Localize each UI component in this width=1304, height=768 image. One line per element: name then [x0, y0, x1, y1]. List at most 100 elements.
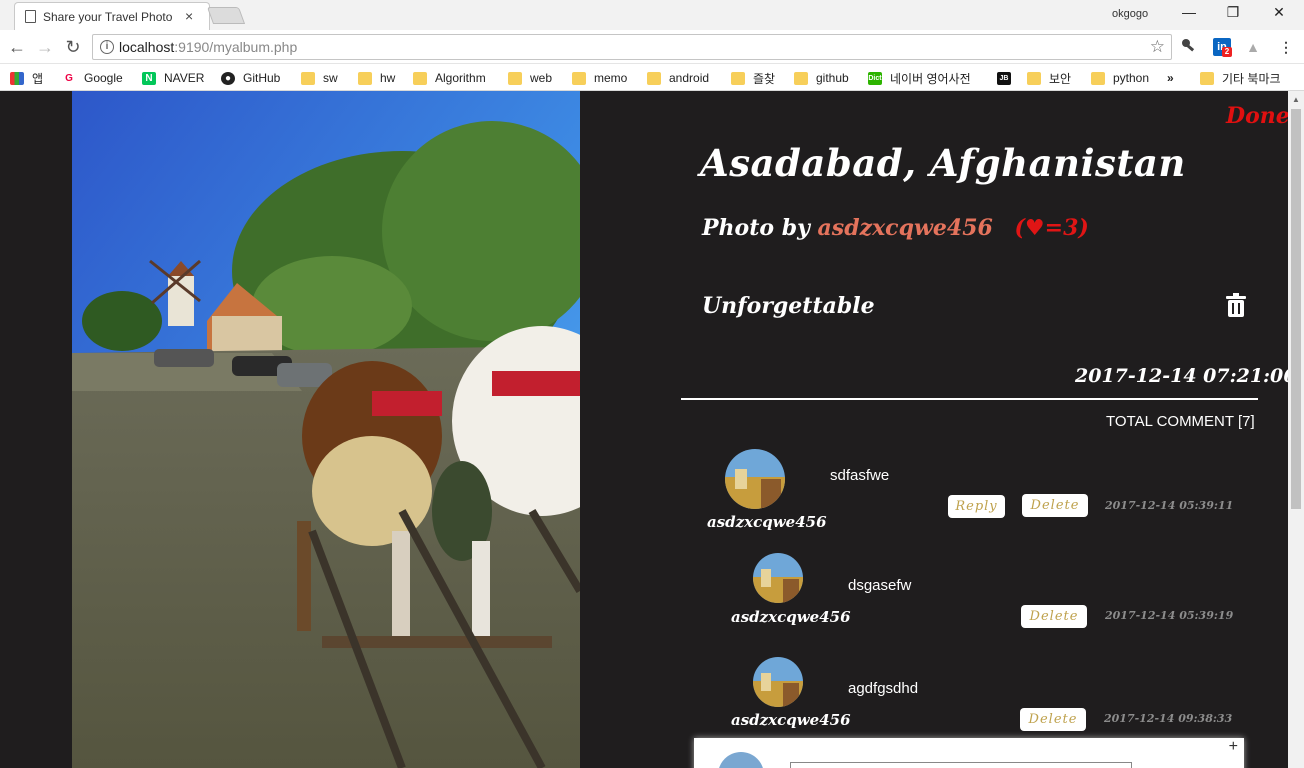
jetbrains-icon: JB — [997, 71, 1011, 85]
comment-text: agdfgsdhd — [848, 680, 919, 697]
avatar — [718, 752, 764, 768]
plus-icon[interactable]: + — [1229, 738, 1238, 756]
page-scrollbar[interactable]: ▲ — [1288, 91, 1304, 768]
avatar-image — [753, 553, 803, 603]
delete-button[interactable]: Delete — [1020, 708, 1086, 731]
photo-caption: Unforgettable — [702, 293, 875, 319]
bookmark-label: sw — [323, 71, 338, 85]
travel-photo — [72, 91, 580, 768]
folder-icon — [301, 71, 315, 85]
comment-time: 2017-12-14 05:39:11 — [1105, 499, 1234, 512]
bookmark-label: 앱 — [32, 71, 44, 86]
browser-tab[interactable]: Share your Travel Photo × — [14, 2, 210, 30]
folder-icon — [508, 71, 522, 85]
bookmark-label: Algorithm — [435, 71, 486, 85]
photo-byline: Photo by asdzxcqwe456 (♥=3) — [702, 215, 1089, 241]
author-link[interactable]: asdzxcqwe456 — [818, 215, 993, 241]
github-icon: ● — [221, 71, 235, 85]
drive-extension-icon[interactable]: ▲ — [1244, 38, 1262, 56]
bookmark-naver[interactable]: N NAVER — [142, 69, 204, 87]
comment-author[interactable]: asdzxcqwe456 — [731, 608, 851, 626]
naver-icon: N — [142, 71, 156, 85]
bookmark-folder-android[interactable]: android — [647, 69, 709, 87]
bookmark-folder-github[interactable]: github — [794, 69, 849, 87]
total-comment-count: TOTAL COMMENT [7] — [1106, 413, 1255, 430]
bookmark-label: 기타 북마크 — [1222, 71, 1281, 86]
location-title: Asadabad, Afghanistan — [700, 141, 1186, 185]
bookmark-github[interactable]: ● GitHub — [221, 69, 280, 87]
comment-input[interactable] — [790, 762, 1132, 768]
bookmark-naver-dictionary[interactable]: Dict 네이버 영어사전 — [868, 69, 971, 87]
folder-icon — [1027, 71, 1041, 85]
close-window-button[interactable]: ✕ — [1264, 4, 1294, 21]
avatar-image — [725, 449, 785, 509]
address-bar[interactable]: i localhost:9190/myalbum.php ☆ — [92, 34, 1172, 60]
dictionary-icon: Dict — [868, 71, 882, 85]
browser-menu-icon[interactable]: ⋮ — [1277, 38, 1295, 56]
bookmark-google[interactable]: G Google — [62, 69, 123, 87]
reply-button[interactable]: Reply — [948, 495, 1005, 518]
trash-icon[interactable] — [1226, 293, 1246, 317]
restore-button[interactable]: ❐ — [1218, 4, 1248, 21]
scroll-up-icon[interactable]: ▲ — [1292, 95, 1300, 104]
url-text[interactable]: localhost:9190/myalbum.php — [119, 39, 297, 55]
done-link[interactable]: Done — [1226, 103, 1288, 129]
google-icon: G — [62, 71, 76, 85]
bookmarks-overflow-icon[interactable]: » — [1167, 69, 1174, 87]
bookmark-label: 보안 — [1049, 71, 1072, 86]
bookmark-folder-memo[interactable]: memo — [572, 69, 627, 87]
browser-toolbar: ← → ↻ i localhost:9190/myalbum.php ☆ in2… — [0, 30, 1304, 64]
bookmark-label: android — [669, 71, 710, 85]
comment-author[interactable]: asdzxcqwe456 — [707, 513, 827, 531]
folder-icon — [731, 71, 745, 85]
avatar — [753, 657, 803, 707]
bookmark-folder-sw[interactable]: sw — [301, 69, 338, 87]
bookmark-label: hw — [380, 71, 396, 85]
scroll-thumb[interactable] — [1291, 109, 1301, 509]
comment-text: dsgasefw — [848, 577, 912, 594]
folder-icon — [413, 71, 427, 85]
bookmark-jb[interactable]: JB — [997, 69, 1019, 87]
folder-icon — [572, 71, 586, 85]
bookmark-folder-web[interactable]: web — [508, 69, 552, 87]
url-path: :9190/myalbum.php — [174, 39, 298, 55]
reload-icon[interactable]: ↻ — [62, 36, 84, 58]
linkedin-extension-icon[interactable]: in2 — [1213, 38, 1232, 57]
back-icon[interactable]: ← — [6, 36, 28, 58]
comment-author[interactable]: asdzxcqwe456 — [731, 711, 851, 729]
new-tab-button[interactable] — [206, 7, 246, 24]
bookmark-star-icon[interactable]: ☆ — [1150, 37, 1165, 57]
bookmark-apps[interactable]: 앱 — [10, 69, 43, 87]
key-extension-icon[interactable] — [1180, 38, 1198, 56]
bookmark-folder-hw[interactable]: hw — [358, 69, 395, 87]
profile-name[interactable]: okgogo — [1112, 8, 1148, 20]
key-icon — [1182, 39, 1195, 52]
like-count[interactable]: (♥=3) — [1015, 215, 1089, 241]
bookmark-label: github — [816, 71, 849, 85]
folder-icon — [358, 71, 372, 85]
bookmark-label: NAVER — [164, 71, 205, 85]
folder-icon — [647, 71, 661, 85]
bookmark-folder-security[interactable]: 보안 — [1027, 69, 1071, 87]
tab-close-icon[interactable]: × — [185, 8, 193, 24]
apps-grid-icon — [10, 71, 24, 85]
bookmark-label: GitHub — [243, 71, 281, 85]
bookmark-folder-algorithm[interactable]: Algorithm — [413, 69, 486, 87]
comment-entry-panel: + — [694, 738, 1244, 768]
comment-text: sdfasfwe — [830, 467, 890, 484]
bookmark-folder-favorites[interactable]: 즐찾 — [731, 69, 775, 87]
avatar — [725, 449, 785, 509]
forward-icon[interactable]: → — [34, 36, 56, 58]
bookmark-label: Google — [84, 71, 123, 85]
comment-time: 2017-12-14 05:39:19 — [1105, 609, 1234, 622]
bookmark-other[interactable]: 기타 북마크 — [1200, 69, 1281, 87]
info-icon[interactable]: i — [100, 40, 114, 54]
delete-button[interactable]: Delete — [1021, 605, 1087, 628]
bookmark-label: 즐찾 — [753, 71, 776, 86]
comment-time: 2017-12-14 09:38:33 — [1104, 712, 1233, 725]
bookmark-folder-python[interactable]: python — [1091, 69, 1149, 87]
tab-title: Share your Travel Photo — [43, 10, 173, 24]
minimize-button[interactable]: — — [1174, 4, 1204, 20]
linkedin-badge: 2 — [1222, 47, 1232, 57]
delete-button[interactable]: Delete — [1022, 494, 1088, 517]
